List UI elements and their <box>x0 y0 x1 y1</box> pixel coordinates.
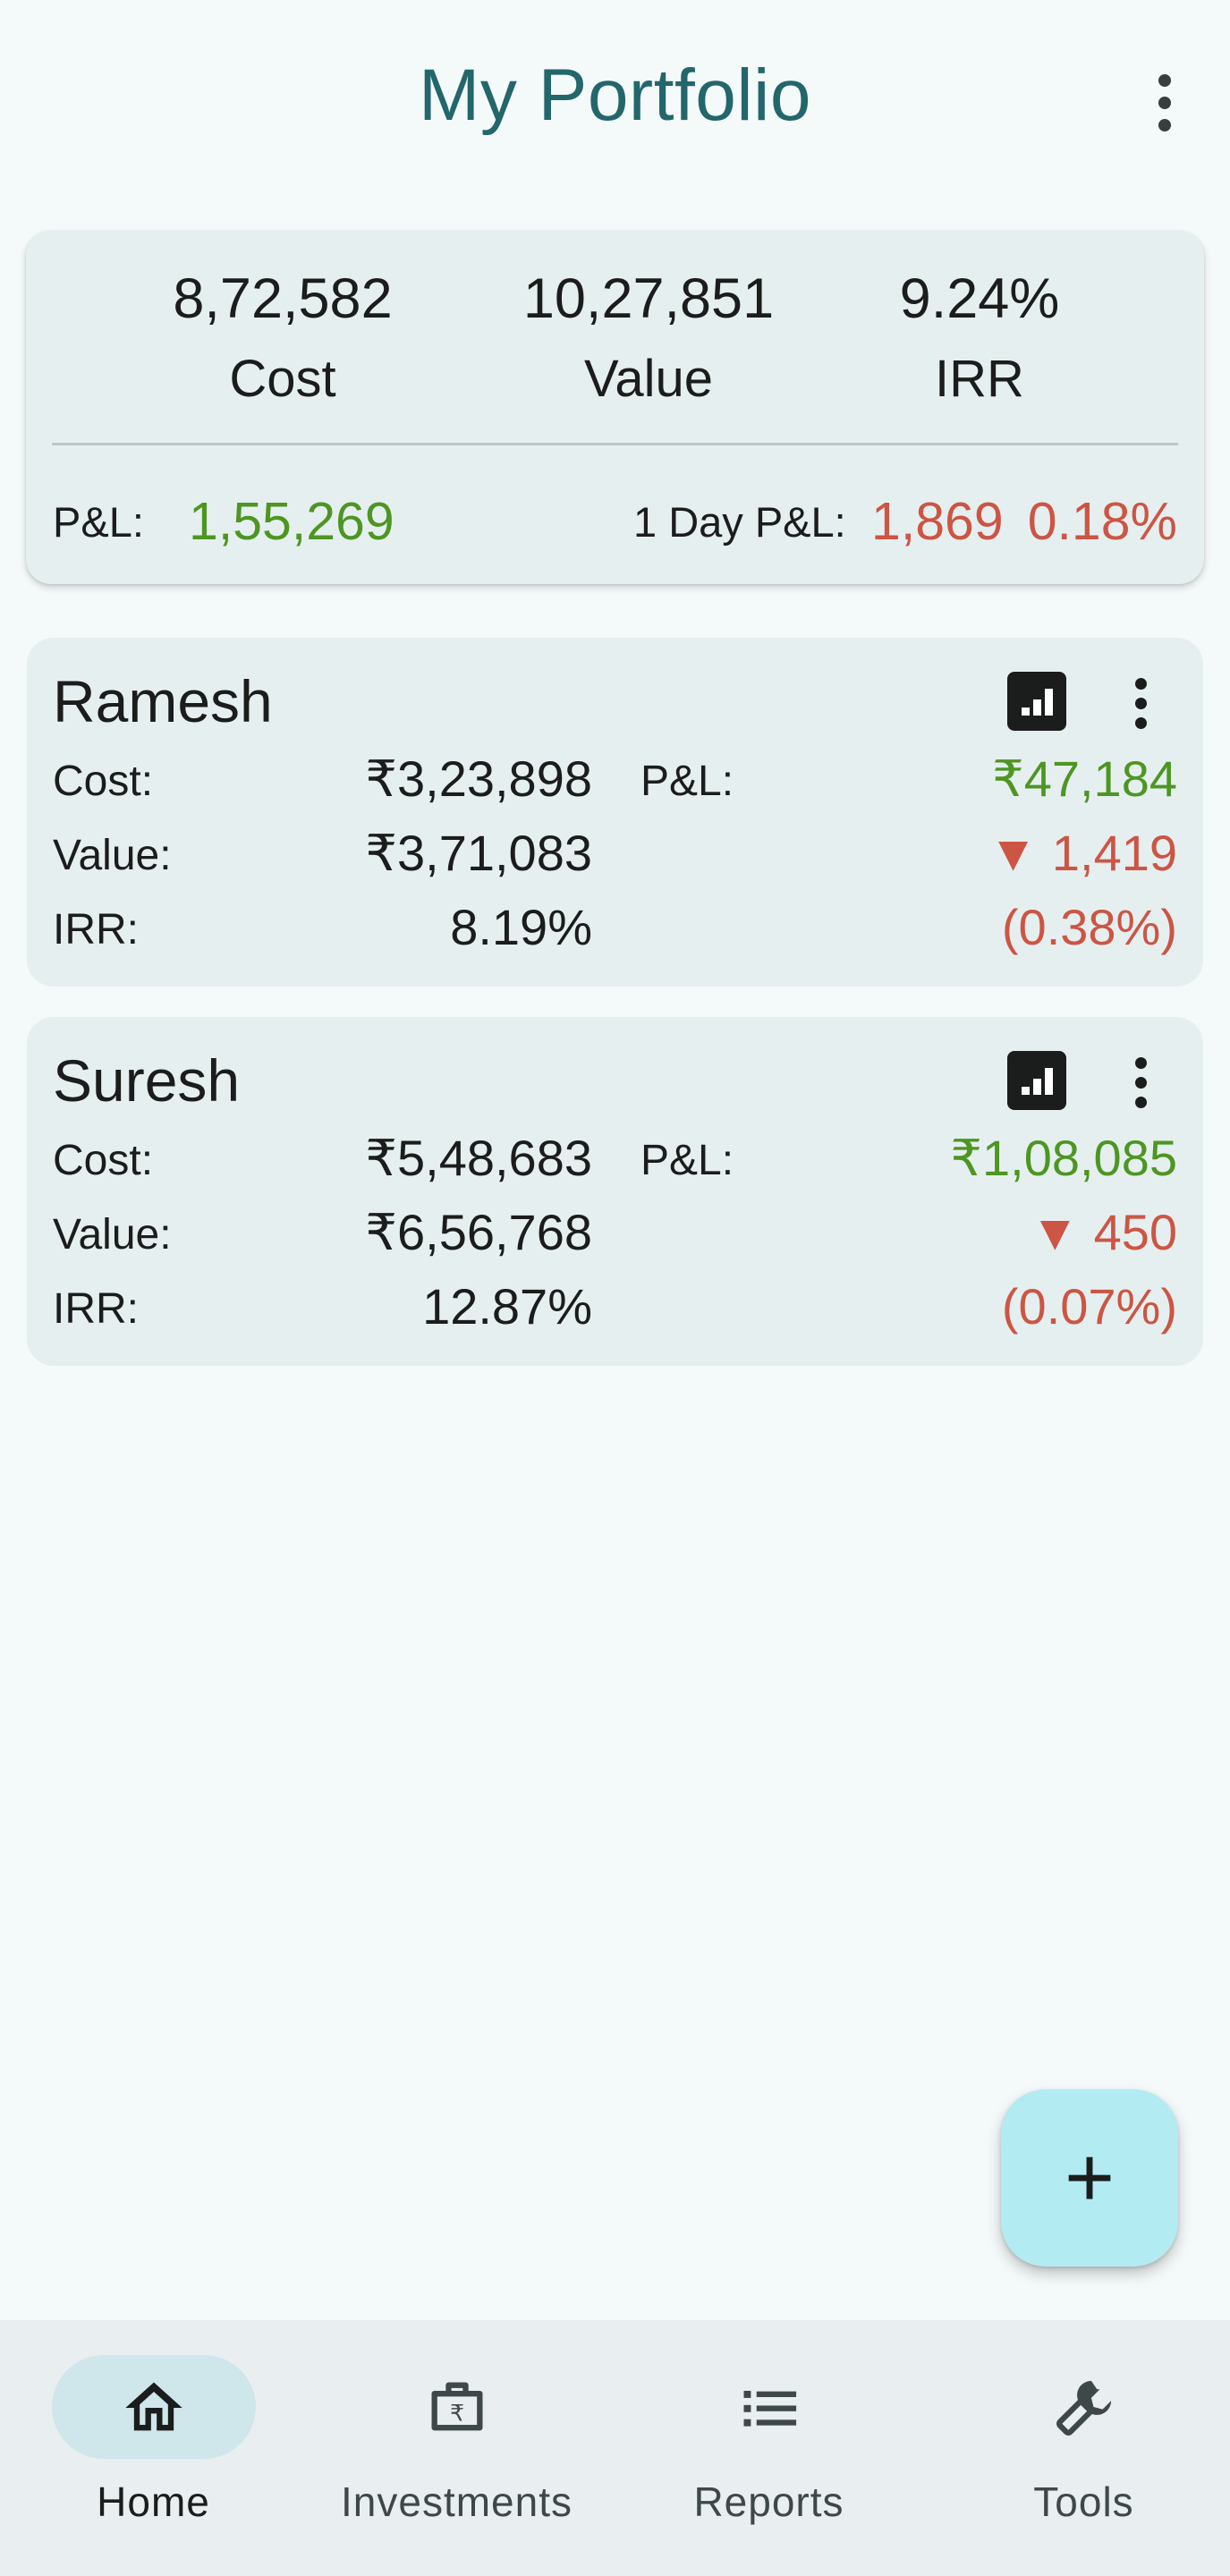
day-change-value: ▼ 1,419 <box>988 825 1177 881</box>
summary-value-value: 10,27,851 <box>522 267 775 330</box>
irr-value: 12.87% <box>422 1278 592 1335</box>
nav-item-home[interactable]: Home <box>0 2320 307 2576</box>
summary-day-pl-label: 1 Day P&L: <box>633 498 846 546</box>
nav-item-tools[interactable]: Tools <box>930 2320 1230 2576</box>
value-value: ₹3,71,083 <box>365 825 592 881</box>
pl-label: P&L: <box>640 758 734 805</box>
summary-footer: P&L: 1,55,269 1 Day P&L: 1,869 0.18% <box>53 487 1177 559</box>
summary-value: 10,27,851 Value <box>505 267 792 409</box>
bottom-navigation: Home ₹ Investments Reports Tools <box>0 2320 1230 2576</box>
list-icon <box>743 2391 796 2427</box>
summary-day-pl-percent: 0.18% <box>1027 492 1177 551</box>
add-fab-button[interactable]: + <box>1001 2089 1178 2267</box>
day-change-value: ▼ 450 <box>1030 1204 1177 1260</box>
nav-label-home: Home <box>97 2479 210 2525</box>
more-vert-dot <box>1134 1096 1147 1108</box>
member-menu-button[interactable] <box>1109 667 1172 739</box>
day-change-percent: (0.07%) <box>1001 1278 1177 1335</box>
summary-pl-label: P&L: <box>53 498 144 546</box>
summary-divider <box>52 443 1178 445</box>
member-menu-button[interactable] <box>1109 1046 1172 1118</box>
pl-value: ₹1,08,085 <box>950 1130 1177 1186</box>
page-title: My Portfolio <box>419 55 811 136</box>
more-vert-icon <box>1134 677 1147 690</box>
more-vert-dot <box>1134 697 1147 709</box>
bar-chart-bar <box>1033 1079 1041 1095</box>
member-card-suresh[interactable]: Suresh Cost: ₹5,48,683 Value: ₹6,56,768 … <box>27 1017 1203 1366</box>
member-name: Ramesh <box>53 668 273 734</box>
cost-label: Cost: <box>53 758 154 805</box>
irr-label: IRR: <box>53 1285 139 1333</box>
nav-label-reports: Reports <box>693 2479 844 2525</box>
summary-pl-value: 1,55,269 <box>189 492 394 551</box>
bar-chart-bar <box>1022 1087 1030 1095</box>
irr-label: IRR: <box>53 906 139 953</box>
day-change-percent: (0.38%) <box>1001 899 1177 955</box>
value-label: Value: <box>53 1211 172 1258</box>
briefcase-rupee-icon: ₹ <box>431 2382 482 2431</box>
nav-item-investments[interactable]: ₹ Investments <box>303 2320 610 2576</box>
more-vert-dot <box>1158 119 1171 131</box>
overflow-menu-button[interactable] <box>1133 63 1196 143</box>
member-card-ramesh[interactable]: Ramesh Cost: ₹3,23,898 Value: ₹3,71,083 … <box>27 638 1203 987</box>
summary-value-label: Value <box>583 350 714 408</box>
bar-chart-bar <box>1022 708 1030 716</box>
pl-label: P&L: <box>640 1137 734 1184</box>
summary-cost: 8,72,582 Cost <box>140 267 426 409</box>
nav-label-investments: Investments <box>341 2479 573 2525</box>
nav-item-reports[interactable]: Reports <box>615 2320 922 2576</box>
portfolio-summary-card: 8,72,582 Cost 10,27,851 Value 9.24% IRR … <box>26 231 1204 584</box>
summary-day-pl-value: 1,869 <box>871 492 1004 551</box>
summary-irr-label: IRR <box>935 350 1024 408</box>
summary-cost-label: Cost <box>229 350 336 408</box>
summary-irr-value: 9.24% <box>899 267 1060 330</box>
value-value: ₹6,56,768 <box>365 1204 592 1260</box>
more-vert-icon <box>1158 74 1171 87</box>
nav-label-tools: Tools <box>1033 2479 1134 2525</box>
home-icon <box>124 2382 182 2431</box>
plus-icon: + <box>1064 2130 1115 2225</box>
screen: My Portfolio 8,72,582 Cost 10,27,851 Val… <box>0 0 1230 2576</box>
bar-chart-bar <box>1045 689 1053 716</box>
bar-chart-bar <box>1033 699 1041 716</box>
more-vert-dot <box>1158 97 1171 109</box>
cost-value: ₹3,23,898 <box>365 750 592 807</box>
pl-value: ₹47,184 <box>992 750 1177 807</box>
summary-irr: 9.24% IRR <box>836 267 1123 409</box>
more-vert-icon <box>1134 1056 1147 1069</box>
bar-chart-icon[interactable] <box>1007 1051 1066 1110</box>
value-label: Value: <box>53 832 172 879</box>
cost-value: ₹5,48,683 <box>365 1130 592 1186</box>
irr-value: 8.19% <box>450 899 592 955</box>
wrench-icon <box>1056 2380 1111 2436</box>
summary-cost-value: 8,72,582 <box>173 267 393 330</box>
bar-chart-bar <box>1045 1068 1053 1095</box>
member-name: Suresh <box>53 1047 241 1114</box>
svg-text:₹: ₹ <box>449 2400 463 2427</box>
bar-chart-icon[interactable] <box>1007 672 1066 731</box>
more-vert-dot <box>1134 716 1147 729</box>
app-bar: My Portfolio <box>0 0 1230 206</box>
cost-label: Cost: <box>53 1137 154 1184</box>
more-vert-dot <box>1134 1076 1147 1089</box>
